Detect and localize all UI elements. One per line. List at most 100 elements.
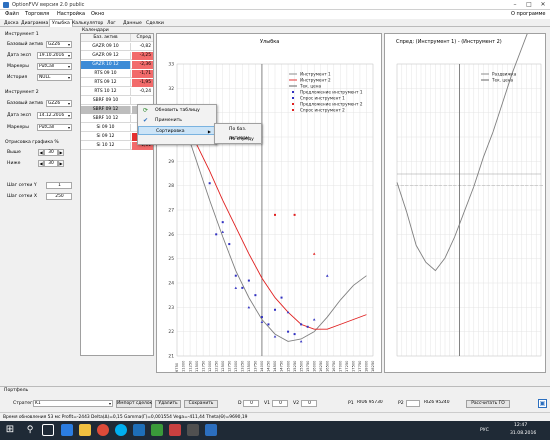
below-increment-button[interactable]: ▶ xyxy=(58,160,64,167)
refresh-table-menu-item[interactable]: ⟳ Обновить таблицу xyxy=(138,106,216,115)
above-input[interactable]: 30 xyxy=(44,149,58,156)
calendar-row[interactable]: RTS 10 12 -0,24 xyxy=(81,88,153,96)
minimize-button[interactable]: – xyxy=(509,1,521,9)
above-increment-button[interactable]: ▶ xyxy=(58,149,64,156)
app-icon-gray[interactable] xyxy=(187,424,199,436)
d-label: D xyxy=(238,401,242,406)
tab-diagram[interactable]: Диаграмма xyxy=(19,20,50,27)
import-deals-button[interactable]: Импорт сделок xyxy=(116,400,152,408)
grid-x-input[interactable]: 250 xyxy=(46,193,72,200)
y-tick-label: 25 xyxy=(168,256,174,262)
title-bar: OptionFVV версия 2.0 public – □ ✕ xyxy=(0,0,550,10)
sort-by-asset-menu-item[interactable]: По баз. активам xyxy=(215,125,261,141)
calendar-asset-cell: GAZR 10 12 xyxy=(81,61,131,69)
maximize-button[interactable]: □ xyxy=(523,1,535,9)
tab-log[interactable]: Лог xyxy=(105,20,118,27)
spread-chart: |||||||||||||||||||||||||||||||Раздвижка… xyxy=(395,34,543,357)
apply-menu-item[interactable]: ✔ Применить xyxy=(138,116,216,125)
instrument1-date-select[interactable]: 19.10.2016 xyxy=(37,52,72,59)
legend-swatch xyxy=(292,91,294,93)
smile-chart-panel: Улыбка 6750 11000 11250 11500 11750 12000 1225… xyxy=(156,33,382,373)
base-asset-label: Базовый актив xyxy=(7,101,43,106)
app-icon-red[interactable] xyxy=(169,424,181,436)
calendar-asset-cell: RTS 10 12 xyxy=(81,88,131,96)
menu-about[interactable]: О программе xyxy=(511,11,546,17)
tab-strip: Доска Диаграмма Улыбка Калькулятор Лог Д… xyxy=(0,19,550,27)
data-point xyxy=(274,308,276,311)
calendar-row[interactable]: GAZR 09 10 -0,82 xyxy=(81,43,153,51)
data-point xyxy=(260,316,263,319)
tab-deals[interactable]: Сделки xyxy=(144,20,166,27)
column-header-asset[interactable]: Баз. актив xyxy=(81,34,131,42)
x-tick-label: 18000 xyxy=(365,360,369,372)
tab-board[interactable]: Доска xyxy=(2,20,21,27)
delete-button[interactable]: Удалить xyxy=(155,400,181,408)
optionfvv-taskbar-icon[interactable] xyxy=(205,424,217,436)
calendar-row[interactable]: RTS 09 12 -1,95 xyxy=(81,79,153,87)
close-button[interactable]: ✕ xyxy=(537,1,549,9)
y-tick-label: 24 xyxy=(168,281,174,287)
context-menu: ⟳ Обновить таблицу ✔ Применить Сортировк… xyxy=(137,104,217,145)
windows-start-icon[interactable]: ⊞ xyxy=(4,424,16,436)
calendar-asset-cell: Si 10 12 xyxy=(81,142,131,150)
expiry-date-label: Дата эксп xyxy=(7,113,32,118)
calendar-asset-cell: GAZR 09 10 xyxy=(81,43,131,51)
submenu-arrow-icon: ▶ xyxy=(207,129,211,134)
y-tick-label: 23 xyxy=(168,305,174,311)
sort-by-spread-menu-item[interactable]: По спреду xyxy=(215,135,261,144)
menu-trading[interactable]: Торговля xyxy=(25,11,49,17)
calendar-row[interactable]: GAZR 09 12 -3,25 xyxy=(81,52,153,60)
skype-icon[interactable] xyxy=(115,424,127,436)
file-explorer-icon[interactable] xyxy=(79,424,91,436)
data-point xyxy=(234,274,237,277)
y-tick-label: 29 xyxy=(168,159,174,165)
task-view-icon[interactable] xyxy=(42,424,54,436)
calendar-row[interactable]: RTS 09 10 -1,71 xyxy=(81,70,153,78)
smile-chart: 6750 11000 11250 11500 11750 12000 12250 12500 1… xyxy=(168,62,375,373)
tab-data[interactable]: Данные xyxy=(121,20,144,27)
language-indicator[interactable]: РУС xyxy=(480,428,489,433)
instrument1-marker-select[interactable]: PutCall xyxy=(37,63,72,70)
chrome-icon[interactable] xyxy=(97,424,109,436)
instrument2-marker-select[interactable]: PutCall xyxy=(37,124,72,131)
x-tick-label: 11250 xyxy=(188,360,192,372)
instrument1-base-select[interactable]: GZZ6 xyxy=(46,41,72,48)
v1-value: 0 xyxy=(272,400,288,407)
history-select[interactable]: NULL xyxy=(37,74,72,81)
instrument2-base-select[interactable]: GZZ6 xyxy=(46,100,72,107)
data-point xyxy=(299,340,303,343)
spread-chart-panel: Спред: (Инструмент 1) - (Инструмент 2) |… xyxy=(384,33,546,373)
legend-label: Инструмент 2 xyxy=(300,78,331,83)
legend-label: Раздвижка xyxy=(492,72,517,77)
fullscreen-icon[interactable]: ▣ xyxy=(538,399,547,408)
below-input[interactable]: 30 xyxy=(44,160,58,167)
save-button[interactable]: Сохранить xyxy=(184,400,218,408)
grid-y-input[interactable]: 1 xyxy=(46,182,72,189)
check-icon: ✔ xyxy=(143,117,149,124)
x-tick-label: 11500 xyxy=(195,360,199,372)
calculate-margin-button[interactable]: Рассчитать ГО xyxy=(466,400,510,408)
instrument2-date-select[interactable]: 14.12.2016 xyxy=(37,112,72,119)
column-header-spread[interactable]: Спред xyxy=(132,34,153,42)
instrument2-header: Инструмент 2 xyxy=(5,90,39,95)
above-label: Выше xyxy=(7,150,21,155)
strategy-select[interactable]: K1 xyxy=(33,400,113,407)
edge-icon[interactable] xyxy=(61,424,73,436)
x-tick-label: 14750 xyxy=(280,360,284,372)
search-icon[interactable]: ⚲ xyxy=(24,424,36,436)
data-point xyxy=(306,325,309,328)
legend-label: Спрос инструмент 2 xyxy=(300,108,345,113)
app-icon-green[interactable] xyxy=(151,424,163,436)
menu-settings[interactable]: Настройка xyxy=(57,11,85,17)
calendar-row[interactable]: GAZR 10 12 -2,36 xyxy=(81,61,153,69)
x-tick-label: 16750 xyxy=(332,360,336,372)
menu-window[interactable]: Окно xyxy=(91,11,104,17)
menu-file[interactable]: Файл xyxy=(5,11,19,17)
y-tick-label: 22 xyxy=(168,329,174,335)
p2-input[interactable] xyxy=(406,400,420,407)
tab-calculator[interactable]: Калькулятор xyxy=(70,20,105,27)
sort-menu-item[interactable]: Сортировка ▶ xyxy=(138,126,216,135)
data-point xyxy=(300,323,303,326)
calendar-table[interactable]: Баз. актив Спред GAZR 09 10 -0,82 GAZR 09 … xyxy=(80,33,154,356)
app-icon-blue[interactable] xyxy=(133,424,145,436)
